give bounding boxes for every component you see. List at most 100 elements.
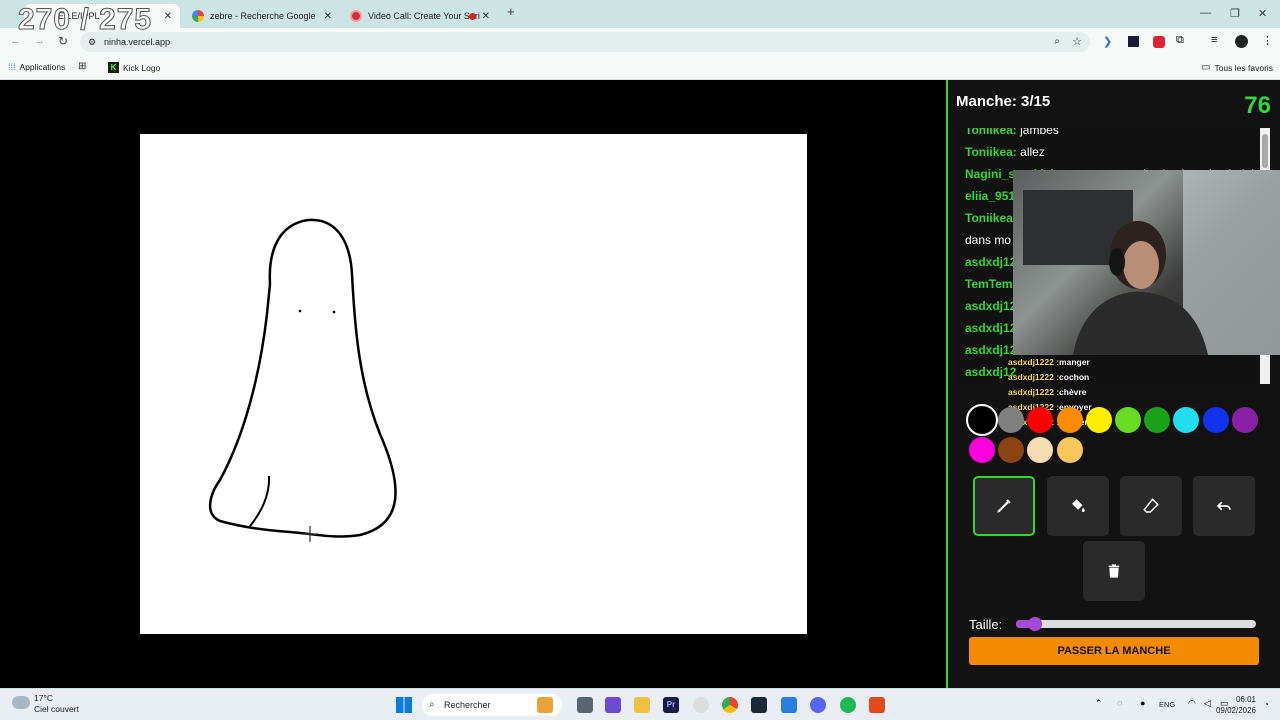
undo-icon — [1216, 501, 1231, 511]
tab-google[interactable]: zebre - Recherche Google ✕ — [184, 4, 340, 28]
close-window-icon[interactable]: ✕ — [1258, 7, 1267, 20]
premiere-icon[interactable]: Pr — [663, 697, 679, 713]
tray-chevron-icon[interactable]: ⌃ — [1095, 698, 1103, 709]
tab-video-call[interactable]: Video Call: Create Your Seri ✕ — [342, 4, 498, 28]
close-icon[interactable]: ✕ — [482, 11, 490, 22]
weather-cloud-icon[interactable] — [12, 696, 30, 709]
windows-start-icon[interactable] — [396, 697, 412, 713]
bookmark-kick-logo[interactable]: K Kick Logo — [108, 62, 160, 73]
bookmark-label: Applications — [19, 62, 66, 72]
chrome-icon[interactable] — [722, 697, 738, 713]
obs-icon[interactable] — [693, 697, 709, 713]
apps-grid-icon: ⁞⁞⁞ — [8, 62, 16, 72]
new-tab-icon[interactable]: + — [507, 4, 515, 19]
chat-message: asdxdj12 — [956, 361, 1270, 383]
pencil-tool-button[interactable] — [973, 476, 1035, 536]
tray-icon[interactable]: ◌ — [1117, 698, 1122, 708]
chat-username: Toniikea — [965, 211, 1013, 225]
language-indicator[interactable]: ENG — [1159, 700, 1175, 709]
bookmark-label: Kick Logo — [123, 62, 161, 73]
profile-avatar[interactable] — [1235, 35, 1248, 48]
spotify-icon[interactable] — [840, 697, 856, 713]
color-swatch[interactable] — [1144, 407, 1171, 433]
chat-message: Toniikea: allez — [956, 141, 1270, 163]
chat-username: Toniikea: — [965, 128, 1017, 137]
discord-icon[interactable] — [810, 697, 826, 713]
notification-icon[interactable]: ◔ — [1264, 700, 1269, 709]
color-swatch[interactable] — [1085, 407, 1112, 433]
widget-icon[interactable] — [537, 697, 553, 713]
search-placeholder: Rechercher — [444, 700, 491, 710]
all-favorites[interactable]: ▭ Tous les favoris — [1201, 62, 1273, 73]
guess-feed-item: asdxdj1222 :cochon — [1008, 370, 1092, 385]
wifi-icon[interactable]: ◠ — [1188, 698, 1196, 709]
fill-tool-button[interactable] — [1047, 476, 1109, 536]
minimize-icon[interactable]: — — [1200, 7, 1211, 19]
media-control-icon[interactable]: ≡ — [1211, 34, 1217, 46]
chat-username: eliia_951 — [965, 189, 1016, 203]
task-view-icon[interactable] — [577, 697, 593, 713]
tab-groups-icon[interactable]: ⊞ — [78, 61, 86, 72]
brave-icon[interactable] — [869, 697, 885, 713]
google-icon — [192, 10, 204, 22]
color-swatch[interactable] — [1202, 407, 1229, 433]
guess-feed-item: asdxdj1222 :manger — [1008, 355, 1092, 370]
color-swatch[interactable] — [1231, 407, 1258, 433]
bookmark-applications[interactable]: ⁞⁞⁞ Applications — [8, 62, 65, 72]
chat-username: TemTem — [965, 277, 1013, 291]
extension-icon[interactable]: ❯ — [1103, 35, 1112, 48]
app-icon[interactable] — [605, 697, 621, 713]
close-icon[interactable]: ✕ — [324, 11, 332, 22]
recording-icon — [469, 12, 476, 20]
bookmark-star-icon[interactable]: ☆ — [1072, 32, 1082, 52]
skip-round-button[interactable]: PASSER LA MANCHE — [969, 637, 1259, 665]
drawing-canvas[interactable] — [140, 134, 807, 634]
chat-username: asdxdj12 — [965, 321, 1017, 335]
app-icon[interactable] — [781, 697, 797, 713]
guess-feed-text: cochon — [1059, 372, 1090, 382]
file-explorer-icon[interactable] — [634, 697, 650, 713]
pencil-icon — [997, 499, 1011, 513]
url-bar[interactable]: ⚙ ninha.vercel.app ⌕ ☆ — [80, 32, 1090, 52]
chat-message: Toniikea: jambes — [956, 128, 1270, 141]
trash-icon — [1108, 564, 1120, 578]
all-favorites-label: Tous les favoris — [1214, 62, 1274, 73]
clock[interactable]: 06:01 09/02/2026 — [1216, 694, 1256, 716]
weather-widget[interactable]: 17°C Ciel couvert — [34, 693, 79, 715]
color-swatch[interactable] — [1056, 437, 1083, 463]
menu-icon[interactable]: ⋮ — [1262, 34, 1273, 47]
slider-knob[interactable] — [1028, 617, 1042, 631]
eraser-tool-button[interactable] — [1120, 476, 1182, 536]
close-icon[interactable]: ✕ — [164, 11, 172, 22]
guess-feed-user: asdxdj1222 : — [1008, 387, 1060, 397]
chat-text: dans mo — [965, 233, 1012, 247]
zoom-icon[interactable]: ⌕ — [1054, 32, 1060, 52]
undo-tool-button[interactable] — [1193, 476, 1255, 536]
address-toolbar: ← → ↻ ⚙ ninha.vercel.app ⌕ ☆ ❯ ⧉ ≡ ⋮ — [0, 28, 1280, 56]
chat-username: asdxdj12 — [965, 299, 1017, 313]
extension-icon[interactable] — [1153, 36, 1165, 48]
guess-feed-user: asdxdj1222 : — [1008, 372, 1060, 382]
site-icon — [350, 10, 362, 22]
brush-size-slider[interactable] — [1016, 617, 1256, 631]
extensions-puzzle-icon[interactable]: ⧉ — [1176, 34, 1184, 47]
url-text: ninha.vercel.app — [104, 37, 171, 47]
color-swatch[interactable] — [1056, 407, 1083, 433]
microphone-icon[interactable]: ● — [1140, 698, 1145, 708]
chat-username: Toniikea: — [965, 145, 1017, 159]
clear-canvas-button[interactable] — [1083, 541, 1145, 601]
game-stage — [0, 80, 947, 688]
color-swatch[interactable] — [1115, 407, 1141, 433]
color-swatch[interactable] — [998, 437, 1025, 463]
extension-icon[interactable] — [1128, 36, 1139, 47]
webcam-feed — [1013, 170, 1280, 355]
kick-icon: K — [108, 62, 119, 73]
round-indicator: Manche: 3/15 — [956, 93, 1051, 110]
color-swatch[interactable] — [998, 407, 1025, 433]
color-swatch[interactable] — [969, 437, 995, 463]
steam-icon[interactable] — [751, 697, 767, 713]
restore-icon[interactable]: ❐ — [1230, 7, 1240, 20]
color-swatch[interactable] — [966, 404, 998, 436]
ghost-drawing — [209, 218, 397, 542]
volume-icon[interactable]: ◁ — [1204, 698, 1211, 709]
